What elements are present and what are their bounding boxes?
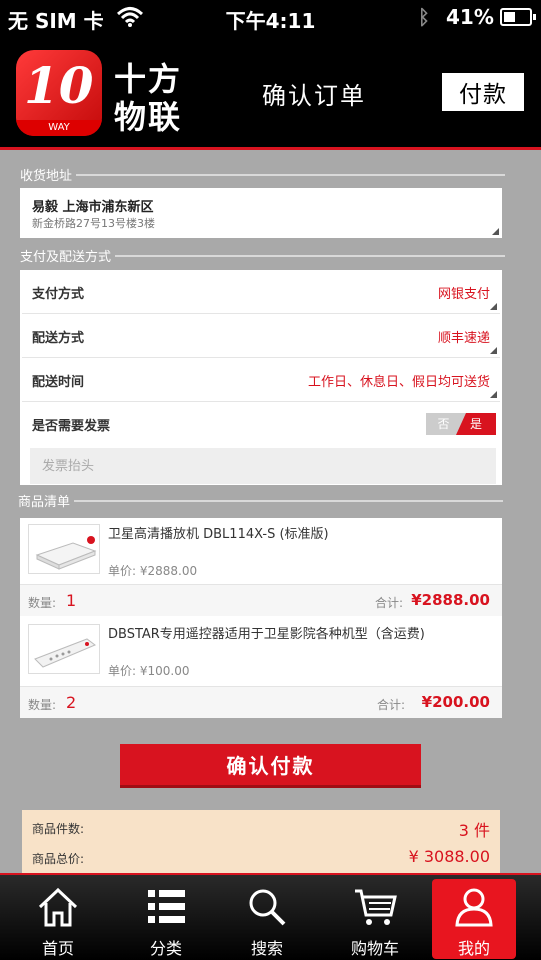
dropdown-corner-icon: [490, 303, 497, 310]
street-address: 新金桥路27号13号楼3楼: [32, 217, 155, 230]
dropdown-corner-icon: [490, 347, 497, 354]
expand-corner-icon: [492, 228, 499, 235]
product-price: 单价: ¥2888.00: [108, 564, 198, 578]
section-title-address: 收货地址: [20, 165, 505, 184]
list-item[interactable]: 卫星高清播放机 DBL114X-S (标准版) 单价: ¥2888.00: [20, 518, 502, 584]
section-title-products: 商品清单: [18, 491, 503, 510]
list-item[interactable]: DBSTAR专用遥控器适用于卫星影院各种机型（含运费) 单价: ¥100.00: [20, 618, 502, 684]
tab-bar: 首页 分类 搜索 购物车 我的: [0, 873, 541, 960]
product-thumbnail: [28, 524, 100, 574]
product-name: DBSTAR专用遥控器适用于卫星影院各种机型（含运费): [108, 627, 425, 642]
payment-panel: 支付方式 网银支付 配送方式 顺丰速递 配送时间 工作日、休息日、假日均可送货 …: [20, 270, 502, 485]
invoice-row: 是否需要发票 否 是: [22, 402, 500, 446]
product-name: 卫星高清播放机 DBL114X-S (标准版): [108, 527, 329, 542]
tab-category[interactable]: 分类: [124, 879, 208, 959]
product-list: 卫星高清播放机 DBL114X-S (标准版) 单价: ¥2888.00 数量:…: [20, 518, 502, 718]
home-icon: [38, 887, 78, 927]
cart-icon: [355, 889, 397, 925]
shipping-method-value: 顺丰速递: [437, 331, 490, 346]
product-price: 单价: ¥100.00: [108, 664, 190, 678]
tab-profile[interactable]: 我的: [432, 879, 516, 959]
pay-button[interactable]: 付款: [442, 73, 524, 111]
search-icon: [249, 889, 286, 926]
product-thumbnail: [28, 624, 100, 674]
app-header: 10 WAY 十方 物联 确认订单 付款: [0, 36, 541, 150]
shipping-method-row[interactable]: 配送方式 顺丰速递: [22, 314, 500, 358]
tab-search[interactable]: 搜索: [225, 879, 309, 959]
delivery-time-row[interactable]: 配送时间 工作日、休息日、假日均可送货: [22, 358, 500, 402]
address-card[interactable]: 易毅 上海市浦东新区 新金桥路27号13号楼3楼: [20, 188, 502, 238]
brand-name: 十方 物联: [114, 60, 183, 136]
total-price: ¥ 3088.00: [408, 847, 490, 866]
delivery-time-value: 工作日、休息日、假日均可送货: [307, 375, 490, 390]
item-count: 3 件: [458, 821, 490, 840]
invoice-title-input[interactable]: [30, 448, 496, 484]
item-count-row: 商品件数: 3 件: [22, 812, 500, 842]
item-summary-row: 数量: 1 合计: ¥2888.00: [20, 584, 502, 616]
category-list-icon: [148, 890, 185, 923]
item-subtotal: ¥2888.00: [411, 591, 490, 609]
item-quantity: 1: [66, 591, 77, 610]
item-subtotal: ¥200.00: [421, 693, 490, 711]
payment-method-row[interactable]: 支付方式 网银支付: [22, 270, 500, 314]
order-summary: 商品件数: 3 件 商品总价: ¥ 3088.00: [22, 810, 500, 873]
battery-percent: 41%: [446, 5, 494, 29]
item-quantity: 2: [66, 693, 77, 712]
battery-icon: [500, 8, 536, 26]
payment-method-value: 网银支付: [437, 287, 490, 302]
order-content[interactable]: 收货地址 易毅 上海市浦东新区 新金桥路27号13号楼3楼 支付及配送方式 支付…: [0, 153, 541, 873]
dropdown-corner-icon: [490, 391, 497, 398]
bluetooth-icon: ᛒ: [418, 5, 430, 29]
app-logo: 10 WAY: [16, 50, 102, 136]
item-summary-row: 数量: 2 合计: ¥200.00: [20, 686, 502, 718]
page-title: 确认订单: [262, 82, 366, 110]
section-title-payment: 支付及配送方式: [20, 246, 505, 265]
user-icon: [455, 888, 493, 927]
tab-cart[interactable]: 购物车: [333, 879, 417, 959]
confirm-payment-button[interactable]: 确认付款: [120, 744, 421, 788]
invoice-toggle[interactable]: 否 是: [426, 413, 496, 435]
total-price-row: 商品总价: ¥ 3088.00: [32, 847, 490, 866]
recipient-address: 易毅 上海市浦东新区: [32, 200, 154, 215]
tab-home[interactable]: 首页: [16, 879, 100, 959]
status-bar: 无 SIM 卡 下午4:11 ᛒ 41%: [0, 0, 541, 36]
